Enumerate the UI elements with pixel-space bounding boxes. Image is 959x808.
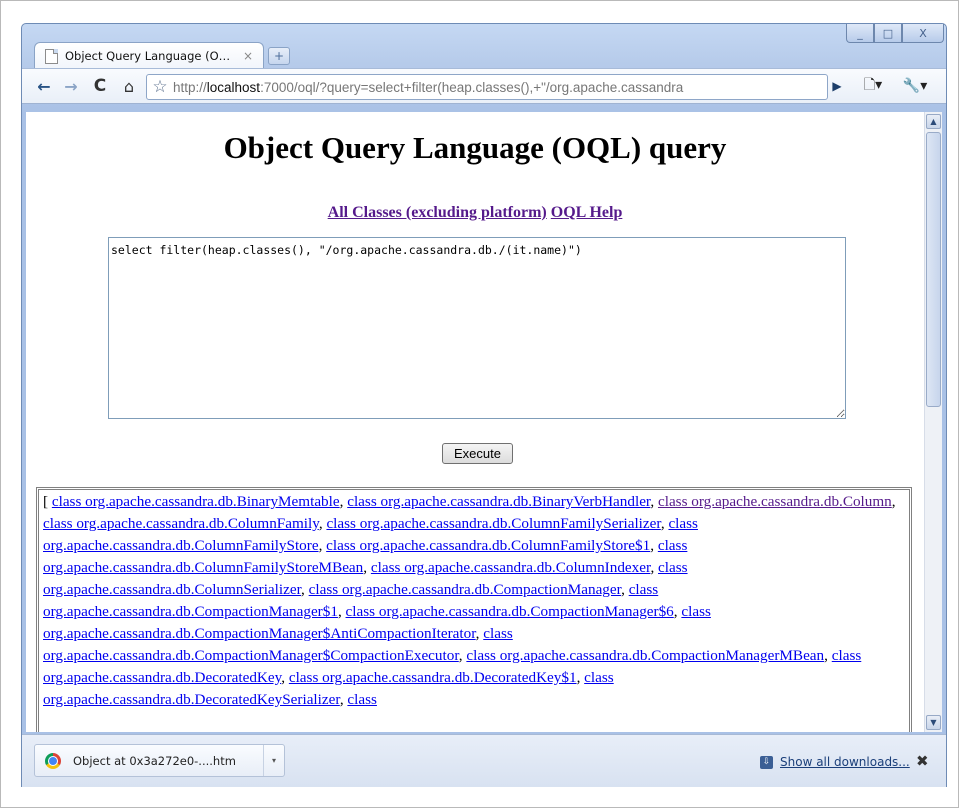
bookmark-star-icon[interactable]: ☆ [147, 77, 173, 97]
result-class-link[interactable]: class org.apache.cassandra.db.Compaction… [309, 581, 621, 598]
separator: , [891, 493, 896, 510]
result-class-link[interactable]: class org.apache.cassandra.db.Compaction… [466, 647, 824, 664]
browser-window: _ □ X Object Query Language (O… × + ← → … [21, 23, 947, 787]
separator: , [621, 581, 629, 598]
page-menu-button[interactable]: 🗋▾ [856, 76, 890, 96]
page-title: Object Query Language (OQL) query [223, 130, 727, 165]
url-text[interactable]: http://localhost:7000/oql/?query=select+… [173, 80, 827, 95]
execute-button[interactable]: Execute [442, 443, 513, 464]
result-class-link[interactable]: class org.apache.cassandra.db.ColumnFami… [326, 515, 660, 532]
go-arrow-icon[interactable]: ▶ [828, 76, 846, 96]
show-all-downloads-link[interactable]: Show all downloads... [780, 755, 910, 769]
nav-links: All Classes (excluding platform) OQL Hel… [26, 204, 924, 222]
page-icon [45, 48, 58, 64]
oql-help-link[interactable]: OQL Help [551, 204, 623, 221]
separator: , [301, 581, 309, 598]
separator: , [824, 647, 832, 664]
separator: , [337, 603, 346, 620]
result-class-link[interactable]: class org.apache.cassandra.db.BinaryVerb… [347, 493, 650, 510]
url-scheme: http:// [173, 79, 207, 95]
result-class-link[interactable]: class org.apache.cassandra.db.Column [658, 493, 892, 510]
url-host: localhost [206, 79, 261, 95]
show-all-downloads: ⇩ Show all downloads... [760, 755, 910, 769]
result-class-link[interactable]: class org.apache.cassandra.db.ColumnFami… [43, 515, 319, 532]
chrome-icon [45, 752, 61, 769]
separator: , [650, 537, 658, 554]
separator: , [363, 559, 371, 576]
result-class-link[interactable]: class org.apache.cassandra.db.ColumnFami… [326, 537, 650, 554]
download-shelf: Object at 0x3a272e0-....htm ▾ ⇩ Show all… [22, 734, 946, 787]
home-button[interactable]: ⌂ [117, 76, 141, 96]
download-item[interactable]: Object at 0x3a272e0-....htm ▾ [34, 744, 285, 777]
scroll-thumb[interactable] [926, 132, 941, 407]
scroll-down-arrow-icon[interactable]: ▼ [926, 715, 941, 730]
page-content: Object Query Language (OQL) query All Cl… [26, 112, 924, 732]
screenshot-frame: _ □ X Object Query Language (O… × + ← → … [0, 0, 959, 808]
reload-button[interactable]: C [88, 76, 112, 96]
toolbar: ← → C ⌂ ☆ http://localhost:7000/oql/?que… [22, 68, 946, 104]
close-shelf-icon[interactable]: ✖ [916, 752, 929, 770]
results-list: [ class org.apache.cassandra.db.BinaryMe… [38, 489, 910, 732]
vertical-scrollbar[interactable]: ▲ ▼ [924, 112, 942, 732]
result-class-link[interactable]: class org.apache.cassandra.db.DecoratedK… [289, 669, 577, 686]
tab-oql[interactable]: Object Query Language (O… × [34, 42, 264, 69]
close-window-button[interactable]: X [902, 24, 944, 43]
minimize-button[interactable]: _ [846, 24, 874, 43]
maximize-button[interactable]: □ [874, 24, 902, 43]
wrench-menu-button[interactable]: 🔧▾ [898, 76, 932, 96]
separator: , [650, 559, 659, 576]
all-classes-link[interactable]: All Classes (excluding platform) [328, 204, 547, 221]
query-textarea[interactable] [108, 237, 846, 419]
open-bracket: [ [43, 493, 49, 510]
new-tab-button[interactable]: + [268, 47, 290, 65]
result-class-link[interactable]: class org.apache.cassandra.db.ColumnInde… [371, 559, 651, 576]
back-button[interactable]: ← [32, 76, 56, 96]
result-class-link[interactable]: class org.apache.cassandra.db.Compaction… [346, 603, 674, 620]
result-class-link[interactable]: class org.apache.cassandra.db.BinaryMemt… [52, 493, 340, 510]
separator: , [650, 493, 658, 510]
url-path: :7000/oql/?query=select+filter(heap.clas… [260, 79, 684, 95]
tab-title: Object Query Language (O… [65, 49, 231, 63]
tab-close-icon[interactable]: × [243, 49, 253, 63]
download-menu-button[interactable]: ▾ [263, 745, 284, 776]
results-box: [ class org.apache.cassandra.db.BinaryMe… [36, 487, 912, 732]
separator: , [281, 669, 289, 686]
download-icon: ⇩ [760, 755, 773, 769]
forward-button[interactable]: → [60, 76, 82, 96]
address-bar[interactable]: ☆ http://localhost:7000/oql/?query=selec… [146, 74, 828, 100]
result-class-link[interactable]: class [347, 691, 377, 708]
download-filename: Object at 0x3a272e0-....htm [73, 753, 236, 768]
window-controls: _ □ X [846, 24, 944, 43]
scroll-up-arrow-icon[interactable]: ▲ [926, 114, 941, 129]
